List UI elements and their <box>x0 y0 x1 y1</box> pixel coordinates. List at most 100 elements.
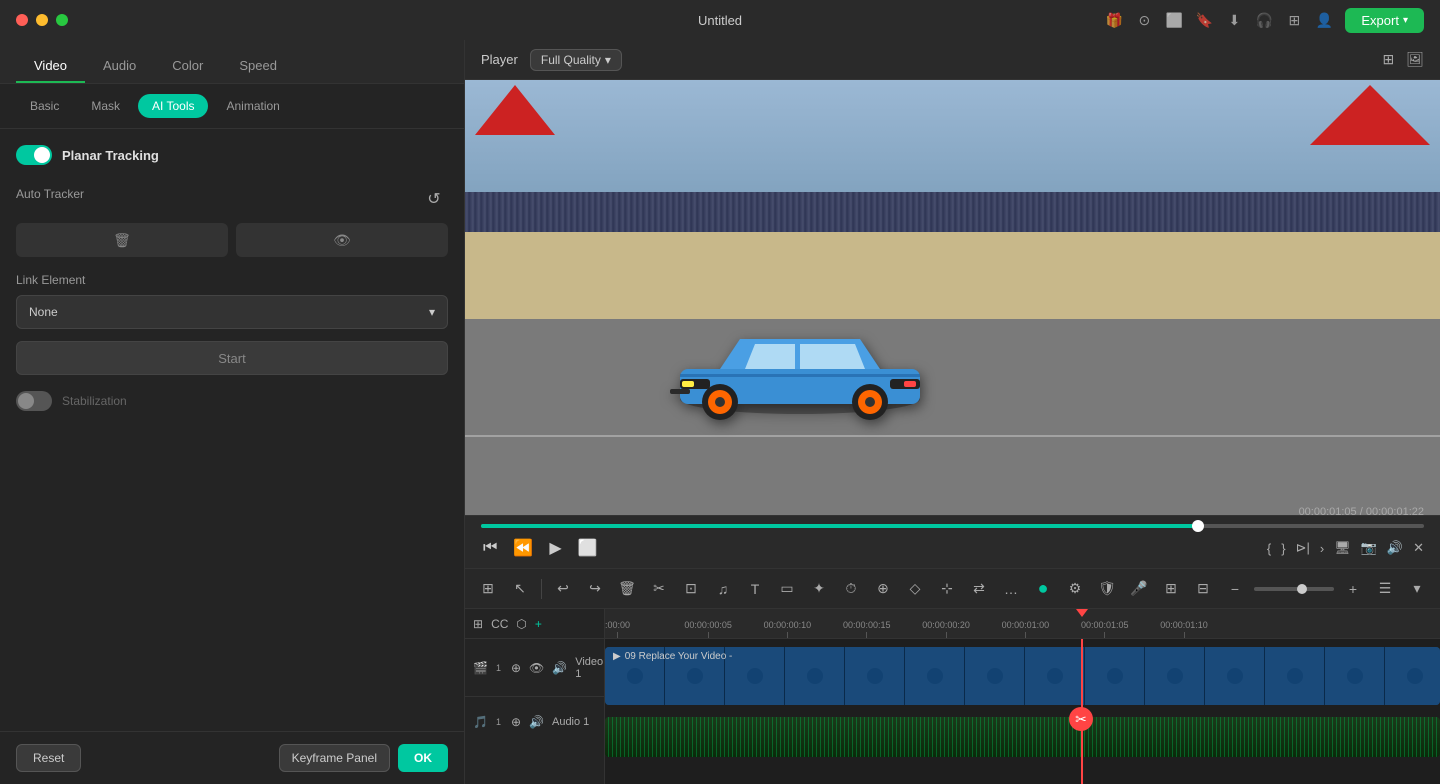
rewind-button[interactable]: ⏮ <box>481 537 499 559</box>
display-icon[interactable]: ⬜ <box>1165 11 1183 29</box>
quality-select[interactable]: Full Quality ▾ <box>530 49 622 71</box>
planar-tracking-toggle[interactable] <box>16 145 52 165</box>
zoom-slider[interactable] <box>1254 587 1334 591</box>
image-icon[interactable]: 🖼 <box>1406 51 1424 68</box>
link-element-select[interactable]: None ▾ <box>16 295 448 329</box>
tab-video[interactable]: Video <box>16 50 85 83</box>
camera-icon[interactable]: 📷 <box>1361 540 1377 556</box>
circle-icon[interactable]: ⊙ <box>1135 11 1153 29</box>
subtitle-button[interactable]: CC <box>491 617 508 631</box>
headset-icon[interactable]: 🎧 <box>1255 11 1273 29</box>
bracket-close-icon[interactable]: } <box>1281 541 1285 556</box>
avatar-icon[interactable]: 👤 <box>1315 11 1333 29</box>
export-button[interactable]: Export <box>1345 8 1424 33</box>
video-area <box>465 80 1440 515</box>
keyframe-panel-button[interactable]: Keyframe Panel <box>279 744 390 772</box>
add-track-button[interactable]: + <box>535 617 542 631</box>
audio-track-label-row: 🎵 1 ⊕ 🔊 Audio 1 <box>465 697 604 747</box>
video-track-name: Video 1 <box>575 656 603 680</box>
effect-tool[interactable]: ✦ <box>804 574 834 604</box>
split-icon[interactable]: ⊳| <box>1296 540 1310 556</box>
tracker-delete-button[interactable]: 🗑 <box>16 223 228 257</box>
zoom-thumb[interactable] <box>1297 584 1307 594</box>
eye-track-button[interactable]: 👁 <box>529 661 544 675</box>
box-tool[interactable]: ▭ <box>772 574 802 604</box>
audio-track[interactable] <box>605 717 1440 757</box>
sticker-button[interactable]: ⬡ <box>516 617 526 631</box>
progress-thumb[interactable] <box>1192 520 1204 532</box>
ok-button[interactable]: OK <box>398 744 448 772</box>
reset-button[interactable]: Reset <box>16 744 81 772</box>
cut-tool[interactable]: ✂ <box>644 574 674 604</box>
planar-tracking-row: Planar Tracking <box>16 145 448 165</box>
volume-audio-button[interactable]: 🔊 <box>529 715 544 729</box>
volume-icon[interactable]: 🔊 <box>1387 540 1403 556</box>
crop-tool[interactable]: ⊡ <box>676 574 706 604</box>
subtab-basic[interactable]: Basic <box>16 94 73 118</box>
ellipsis-tool[interactable]: … <box>996 574 1026 604</box>
layout-tool[interactable]: ⊞ <box>473 574 503 604</box>
subtab-animation[interactable]: Animation <box>212 94 293 118</box>
ruler-mark-2: 00:00:00:10 <box>764 620 812 638</box>
subtab-aitools[interactable]: AI Tools <box>138 94 208 118</box>
tab-speed[interactable]: Speed <box>221 50 295 83</box>
tracks-area: ▶ 09 Replace Your Video - <box>605 639 1440 784</box>
timer-tool[interactable]: ⏱ <box>836 574 866 604</box>
more-tool[interactable]: ▾ <box>1402 574 1432 604</box>
zoom-out-button[interactable]: − <box>1220 574 1250 604</box>
tracker-eye-button[interactable]: 👁 <box>236 223 448 257</box>
bracket-open-icon[interactable]: { <box>1267 541 1271 556</box>
video-scene <box>465 80 1440 515</box>
tent-left <box>475 85 555 135</box>
ruler-mark-3: 00:00:00:15 <box>843 620 891 638</box>
stabilization-toggle[interactable] <box>16 391 52 411</box>
shield-tool[interactable]: 🛡 <box>1092 574 1122 604</box>
tab-color[interactable]: Color <box>154 50 221 83</box>
pointer-tool[interactable]: ↖ <box>505 574 535 604</box>
color-tool[interactable]: ◇ <box>900 574 930 604</box>
add-video-button[interactable]: ⊕ <box>511 661 521 675</box>
redo-tool[interactable]: ↪ <box>580 574 610 604</box>
gear-tool[interactable]: ⚙ <box>1060 574 1090 604</box>
circle-green-tool[interactable]: ● <box>1028 574 1058 604</box>
link-tool[interactable]: ⇄ <box>964 574 994 604</box>
play-button[interactable]: ▶ <box>547 536 563 560</box>
chevron-icon[interactable]: › <box>1320 541 1324 556</box>
delete-tool[interactable]: 🗑 <box>612 574 642 604</box>
tab-audio[interactable]: Audio <box>85 50 154 83</box>
add-media-button[interactable]: ⊞ <box>473 617 483 631</box>
adjust-tool[interactable]: ⊹ <box>932 574 962 604</box>
volume-track-button[interactable]: 🔊 <box>552 661 567 675</box>
video-track[interactable]: ▶ 09 Replace Your Video - <box>605 647 1440 705</box>
gift-icon[interactable]: 🎁 <box>1105 11 1123 29</box>
fit-tool[interactable]: ⊕ <box>868 574 898 604</box>
mic-tool[interactable]: 🎤 <box>1124 574 1154 604</box>
progress-bar-container[interactable]: 00:00:01:05 / 00:00:01:22 <box>481 524 1424 528</box>
download-icon[interactable]: ⬇ <box>1225 11 1243 29</box>
grid-icon[interactable]: ⊞ <box>1285 11 1303 29</box>
grid-view-icon[interactable]: ⊞ <box>1382 51 1394 68</box>
add-audio-button[interactable]: ⊕ <box>511 715 521 729</box>
subtab-mask[interactable]: Mask <box>77 94 134 118</box>
undo-tool[interactable]: ↩ <box>548 574 578 604</box>
list-tool[interactable]: ☰ <box>1370 574 1400 604</box>
overlay-tool[interactable]: ⊞ <box>1156 574 1186 604</box>
timeline-ruler[interactable]: :00:00 00:00:00:05 00:00:00:10 00:00:00:… <box>605 609 1440 639</box>
pip-tool[interactable]: ⊟ <box>1188 574 1218 604</box>
refresh-tracker-button[interactable]: ↺ <box>420 185 448 213</box>
audio-tool[interactable]: ♫ <box>708 574 738 604</box>
video-thumb-8 <box>1025 647 1085 705</box>
player-header-right: ⊞ 🖼 <box>1382 51 1424 68</box>
minimize-button[interactable] <box>36 14 48 26</box>
maximize-button[interactable] <box>56 14 68 26</box>
crop-button[interactable]: ⬜ <box>576 536 600 560</box>
bookmark-icon[interactable]: 🔖 <box>1195 11 1213 29</box>
start-button[interactable]: Start <box>16 341 448 375</box>
chevron-down-icon: ▾ <box>429 305 435 319</box>
step-back-button[interactable]: ⏪ <box>511 536 535 560</box>
monitor-icon[interactable]: 🖥 <box>1334 540 1351 556</box>
text-tool[interactable]: T <box>740 574 770 604</box>
settings-icon[interactable]: ✕ <box>1413 540 1424 556</box>
zoom-in-button[interactable]: + <box>1338 574 1368 604</box>
close-button[interactable] <box>16 14 28 26</box>
